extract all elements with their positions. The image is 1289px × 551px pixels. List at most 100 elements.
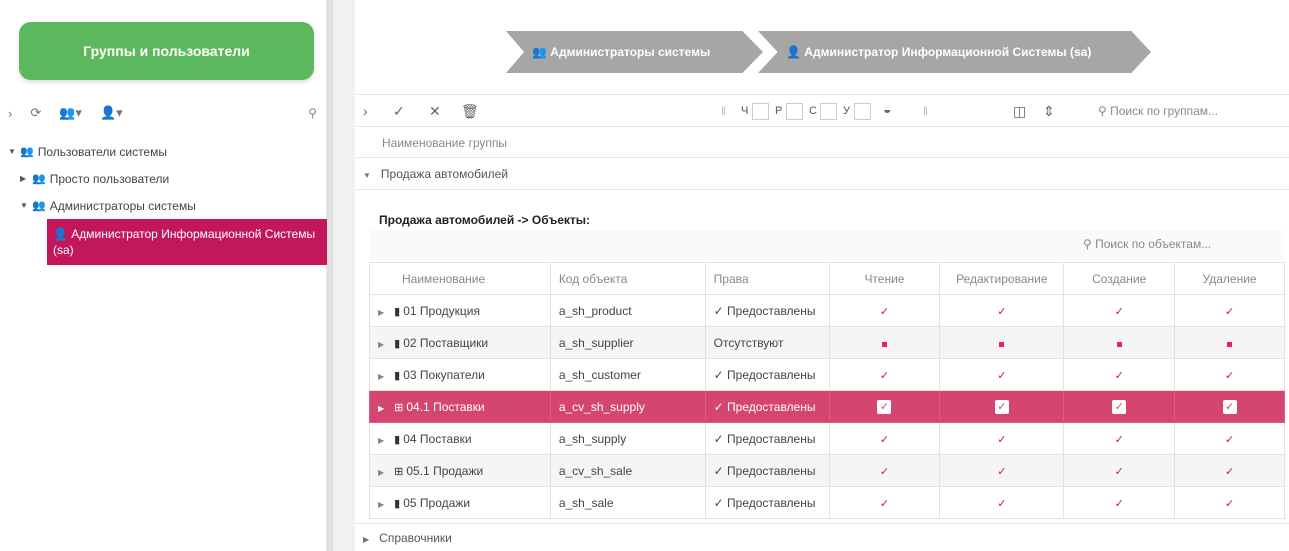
check-icon[interactable]: ✓ bbox=[393, 103, 405, 120]
cell-create[interactable]: ✓ bbox=[1063, 358, 1176, 391]
tree-item-admins[interactable]: ▼ 👥 Администраторы системы bbox=[0, 192, 327, 219]
checkbox-checked-icon[interactable]: ✓ bbox=[877, 400, 892, 414]
th-read[interactable]: Чтение bbox=[828, 262, 941, 295]
cell-delete[interactable] bbox=[1174, 326, 1285, 359]
cell-read[interactable]: ✓ bbox=[828, 486, 941, 519]
th-code[interactable]: Код объекта bbox=[549, 262, 706, 295]
checkbox-checked-icon[interactable]: ✓ bbox=[1112, 400, 1127, 414]
cell-read[interactable]: ✓ bbox=[828, 358, 941, 391]
group-search-input[interactable]: ⚲ Поиск по группам... bbox=[1098, 104, 1218, 118]
perm-delete-checkbox[interactable] bbox=[854, 103, 871, 120]
cell-edit[interactable]: ✓ bbox=[939, 294, 1065, 327]
expand-row-icon[interactable]: ▶ bbox=[378, 436, 384, 445]
table-row-selected[interactable]: ▶ ⊞ 04.1 Поставки a_cv_sh_supply ✓ Предост… bbox=[369, 390, 1285, 423]
table-row[interactable]: ▶ ▮ 05 Продажи a_sh_sale ✓ Предоставлены ✓… bbox=[369, 486, 1285, 519]
expand-icon[interactable]: › bbox=[363, 103, 368, 119]
caret-right-icon[interactable]: ▶ bbox=[363, 535, 369, 544]
columns-icon[interactable]: ◫ bbox=[1013, 103, 1026, 120]
search-icon[interactable]: ⚲ bbox=[308, 106, 317, 120]
tree-item-selected-user[interactable]: 👤 Администратор Информационной Системы (… bbox=[47, 219, 327, 265]
checkbox-checked-icon[interactable]: ✓ bbox=[1222, 400, 1237, 414]
cell-create[interactable]: ✓ bbox=[1063, 454, 1176, 487]
expand-icon[interactable]: › bbox=[8, 106, 12, 121]
cell-read[interactable]: ✓ bbox=[828, 422, 941, 455]
table-row[interactable]: ▶ ▮ 02 Поставщики a_sh_supplier Отсутствую… bbox=[369, 326, 1285, 359]
mask-icon[interactable]: ◒ bbox=[883, 101, 891, 117]
cell-delete[interactable]: ✓ bbox=[1174, 422, 1285, 455]
cell-edit[interactable]: ✓ bbox=[939, 422, 1065, 455]
expand-row-icon[interactable]: ▶ bbox=[378, 372, 384, 381]
cell-edit[interactable]: ✓ bbox=[939, 390, 1065, 423]
refresh-icon[interactable]: ⟳ bbox=[30, 105, 41, 121]
cell-create[interactable]: ✓ bbox=[1063, 390, 1176, 423]
check-icon: ✓ bbox=[997, 305, 1007, 318]
th-name[interactable]: Наименование bbox=[369, 262, 551, 295]
check-icon: ✓ bbox=[1224, 497, 1235, 510]
group-row-directories[interactable]: ▶ Справочники bbox=[355, 523, 1289, 551]
caret-right-icon[interactable]: ▶ bbox=[20, 174, 32, 183]
panel-divider bbox=[333, 0, 355, 551]
tree-item-system-users[interactable]: ▼ 👥 Пользователи системы bbox=[0, 138, 327, 165]
expand-row-icon[interactable]: ▶ bbox=[378, 340, 384, 349]
perm-create-checkbox[interactable] bbox=[820, 103, 837, 120]
cell-edit[interactable]: ✓ bbox=[939, 454, 1065, 487]
perm-edit-checkbox[interactable] bbox=[786, 103, 803, 120]
cell-delete[interactable]: ✓ bbox=[1174, 486, 1285, 519]
group-row-car-sales[interactable]: ▼ Продажа автомобилей bbox=[355, 159, 1289, 190]
breadcrumb-admins[interactable]: 👥 Администраторы системы bbox=[506, 31, 763, 73]
groups-and-users-button[interactable]: Группы и пользователи bbox=[19, 22, 314, 80]
cell-create[interactable]: ✓ bbox=[1063, 294, 1176, 327]
cell-read[interactable] bbox=[828, 326, 941, 359]
tree-item-simple-users[interactable]: ▶ 👥 Просто пользователи bbox=[0, 165, 327, 192]
cell-edit[interactable] bbox=[939, 326, 1065, 359]
expand-row-icon[interactable]: ▶ bbox=[378, 308, 384, 317]
tree-item-label: Администраторы системы bbox=[49, 198, 196, 213]
search-placeholder: Поиск по группам... bbox=[1110, 104, 1219, 118]
cell-name: 02 Поставщики bbox=[403, 335, 489, 350]
cell-create[interactable]: ✓ bbox=[1063, 422, 1176, 455]
objects-search-input[interactable]: ⚲ Поиск по объектам... bbox=[1083, 237, 1211, 251]
cell-create[interactable]: ✓ bbox=[1063, 486, 1176, 519]
table-row[interactable]: ▶ ▮ 01 Продукция a_sh_product ✓ Предоставл… bbox=[369, 294, 1285, 327]
table-row[interactable]: ▶ ⊞ 05.1 Продажи a_cv_sh_sale ✓ Предоставл… bbox=[369, 454, 1285, 487]
expand-row-icon[interactable]: ▶ bbox=[378, 468, 384, 477]
cell-delete[interactable]: ✓ bbox=[1174, 358, 1285, 391]
cell-read[interactable]: ✓ bbox=[828, 294, 941, 327]
breadcrumb-selected-user[interactable]: 👤 Администратор Информационной Системы (… bbox=[758, 31, 1151, 73]
left-panel: Группы и пользователи › ⟳ 👥▾ 👤▾ ⚲ ▼ 👥 По… bbox=[0, 0, 327, 551]
separator: ‖ bbox=[923, 104, 928, 118]
cell-read[interactable]: ✓ bbox=[828, 390, 941, 423]
users-icon: 👥 bbox=[32, 173, 46, 185]
cell-edit[interactable]: ✓ bbox=[939, 486, 1065, 519]
breadcrumb: 👥 Администраторы системы 👤 Администратор… bbox=[355, 10, 1289, 95]
collapse-icon[interactable]: ⇕ bbox=[1043, 103, 1055, 120]
cell-read[interactable]: ✓ bbox=[828, 454, 941, 487]
th-delete[interactable]: Удаление bbox=[1174, 262, 1285, 295]
expand-row-icon[interactable]: ▶ bbox=[378, 404, 384, 413]
column-header-group-name[interactable]: Наименование группы bbox=[355, 128, 1289, 158]
table-row[interactable]: ▶ ▮ 04 Поставки a_sh_supply ✓ Предоставлен… bbox=[369, 422, 1285, 455]
add-user-icon[interactable]: 👤▾ bbox=[100, 105, 123, 121]
caret-down-icon[interactable]: ▼ bbox=[20, 201, 32, 210]
cell-delete[interactable]: ✓ bbox=[1174, 390, 1285, 423]
checkbox-checked-icon[interactable]: ✓ bbox=[994, 400, 1009, 414]
trash-icon[interactable]: 🗑 bbox=[461, 103, 479, 120]
separator: ‖ bbox=[721, 104, 726, 118]
cell-create[interactable] bbox=[1063, 326, 1176, 359]
cell-rights: ✓ Предоставлены bbox=[704, 454, 830, 487]
caret-down-icon[interactable]: ▼ bbox=[363, 171, 371, 180]
cell-edit[interactable]: ✓ bbox=[939, 358, 1065, 391]
th-create[interactable]: Создание bbox=[1063, 262, 1176, 295]
cell-delete[interactable]: ✓ bbox=[1174, 454, 1285, 487]
expand-row-icon[interactable]: ▶ bbox=[378, 500, 384, 509]
tree-item-label: Пользователи системы bbox=[37, 144, 167, 159]
perm-read-checkbox[interactable] bbox=[752, 103, 769, 120]
cell-delete[interactable]: ✓ bbox=[1174, 294, 1285, 327]
table-row[interactable]: ▶ ▮ 03 Покупатели a_sh_customer ✓ Предоста… bbox=[369, 358, 1285, 391]
add-group-icon[interactable]: 👥▾ bbox=[59, 105, 82, 121]
user-icon: 👤 bbox=[786, 45, 805, 59]
close-icon[interactable]: ✕ bbox=[429, 103, 441, 120]
caret-down-icon[interactable]: ▼ bbox=[8, 147, 20, 156]
th-rights[interactable]: Права bbox=[704, 262, 830, 295]
th-edit[interactable]: Редактирование bbox=[939, 262, 1065, 295]
